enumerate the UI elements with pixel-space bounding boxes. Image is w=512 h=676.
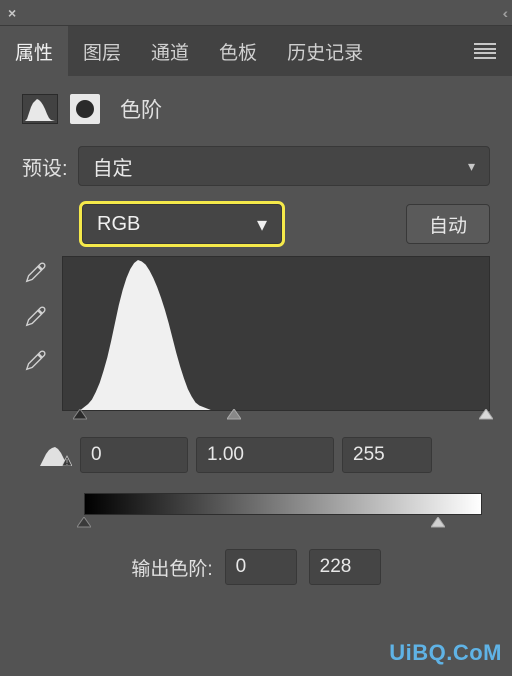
panel-tabs: 属性 图层 通道 色板 历史记录 [0,26,512,76]
channel-select[interactable]: RGB ▾ [82,204,282,244]
svg-text:!: ! [66,458,68,466]
output-label: 输出色阶: [131,554,212,581]
input-highlights-field[interactable] [342,437,432,473]
highlight-slider-handle[interactable] [479,409,493,423]
output-shadow-handle[interactable] [77,517,91,531]
watermark-text: UiBQ.CoM [389,640,502,666]
mask-icon[interactable] [70,94,100,124]
histogram-chart [62,256,490,411]
tab-swatches[interactable]: 色板 [204,26,272,76]
tab-history[interactable]: 历史记录 [272,26,378,76]
clip-warning-icon[interactable]: ! [40,444,72,466]
close-icon[interactable]: × [8,5,16,21]
input-slider-track[interactable] [80,409,486,427]
chevron-down-icon: ▾ [468,158,475,175]
input-shadows-field[interactable] [80,437,188,473]
eyedropper-gray-icon[interactable] [22,304,48,330]
preset-value: 自定 [93,152,133,181]
levels-icon [22,94,58,124]
output-shadows-field[interactable] [225,549,297,585]
output-highlights-field[interactable] [309,549,381,585]
collapse-icon[interactable]: ‹‹ [503,5,504,21]
preset-label: 预设: [22,152,68,181]
input-midtones-field[interactable] [196,437,334,473]
midtone-slider-handle[interactable] [227,409,241,423]
eyedropper-black-icon[interactable] [22,260,48,286]
panel-menu-icon[interactable] [474,43,496,59]
shadow-slider-handle[interactable] [73,409,87,423]
output-gradient [84,493,482,515]
auto-button[interactable]: 自动 [406,204,490,244]
tab-channels[interactable]: 通道 [136,26,204,76]
tab-layers[interactable]: 图层 [68,26,136,76]
chevron-down-icon: ▾ [257,212,267,237]
output-highlight-handle[interactable] [431,517,445,531]
output-slider-track[interactable] [84,517,482,535]
preset-select[interactable]: 自定 ▾ [78,146,490,186]
tab-properties[interactable]: 属性 [0,26,68,76]
eyedropper-white-icon[interactable] [22,348,48,374]
adjustment-title: 色阶 [120,94,162,124]
channel-value: RGB [97,213,140,236]
